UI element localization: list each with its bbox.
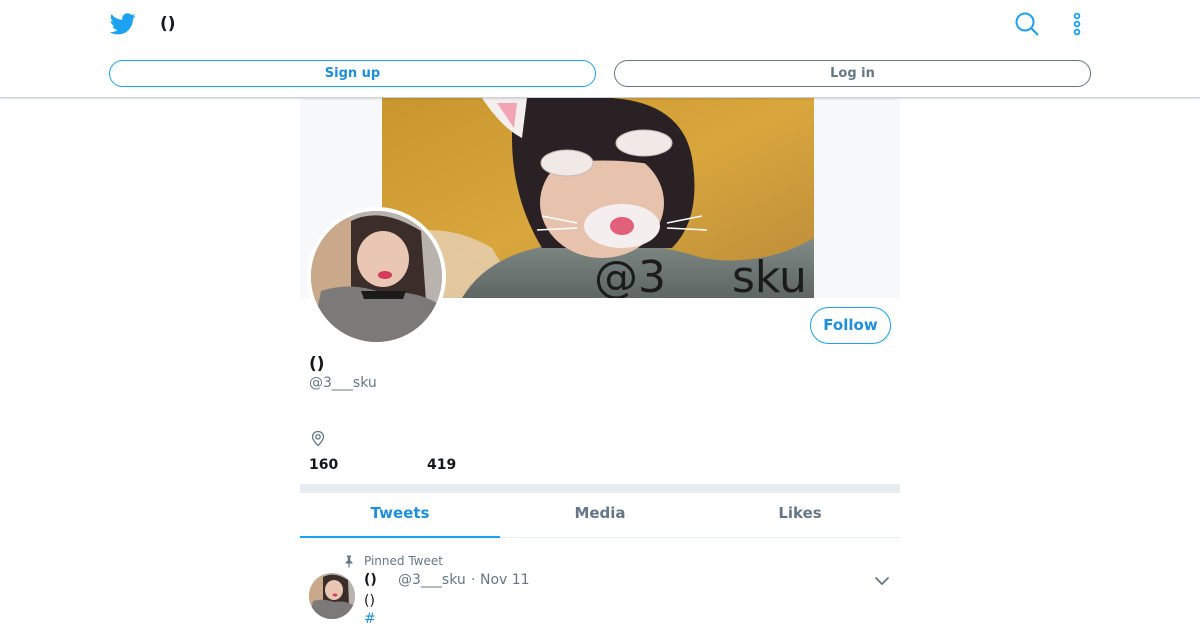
profile-handle: @3___sku — [309, 375, 377, 391]
profile-name: () — [309, 354, 325, 374]
banner-photo-art: @3___sku — [382, 98, 814, 298]
tweet-author-name[interactable]: () — [364, 571, 377, 589]
section-divider — [300, 484, 900, 493]
follow-button[interactable]: Follow — [810, 307, 891, 344]
followers-count[interactable]: 419 — [427, 457, 456, 473]
log-in-button[interactable]: Log in — [614, 60, 1091, 87]
more-vertical-icon[interactable] — [1069, 11, 1085, 37]
tweet-separator: · — [471, 572, 476, 588]
profile-tabs: Tweets Media Likes — [300, 493, 900, 538]
avatar-photo — [311, 211, 442, 342]
banner-overlay-text: @3___sku — [594, 252, 807, 298]
search-icon[interactable] — [1014, 11, 1040, 37]
pin-icon — [345, 555, 353, 568]
chevron-down-icon[interactable] — [874, 575, 890, 587]
top-navigation-bar: () Sign up Log in — [0, 0, 1200, 98]
location-pin-icon — [311, 430, 325, 447]
banner-photo: @3___sku — [382, 98, 814, 298]
tweet-text: () — [364, 593, 375, 609]
tab-media[interactable]: Media — [500, 493, 700, 537]
tab-likes[interactable]: Likes — [700, 493, 900, 537]
following-count[interactable]: 160 — [309, 457, 338, 473]
tab-tweets[interactable]: Tweets — [300, 493, 500, 538]
tweet-avatar-photo — [309, 573, 355, 619]
tweet-avatar[interactable] — [309, 573, 355, 619]
sign-up-button[interactable]: Sign up — [109, 60, 596, 87]
tweet-hashtag-link[interactable]: # — [364, 610, 376, 628]
topbar-title: () — [160, 14, 176, 34]
profile-avatar[interactable] — [307, 207, 446, 346]
tweet-date[interactable]: Nov 11 — [480, 571, 530, 589]
twitter-bird-icon[interactable] — [110, 12, 136, 36]
pinned-tweet-label: Pinned Tweet — [364, 554, 443, 568]
tweet-author-handle[interactable]: @3___sku — [398, 571, 466, 589]
